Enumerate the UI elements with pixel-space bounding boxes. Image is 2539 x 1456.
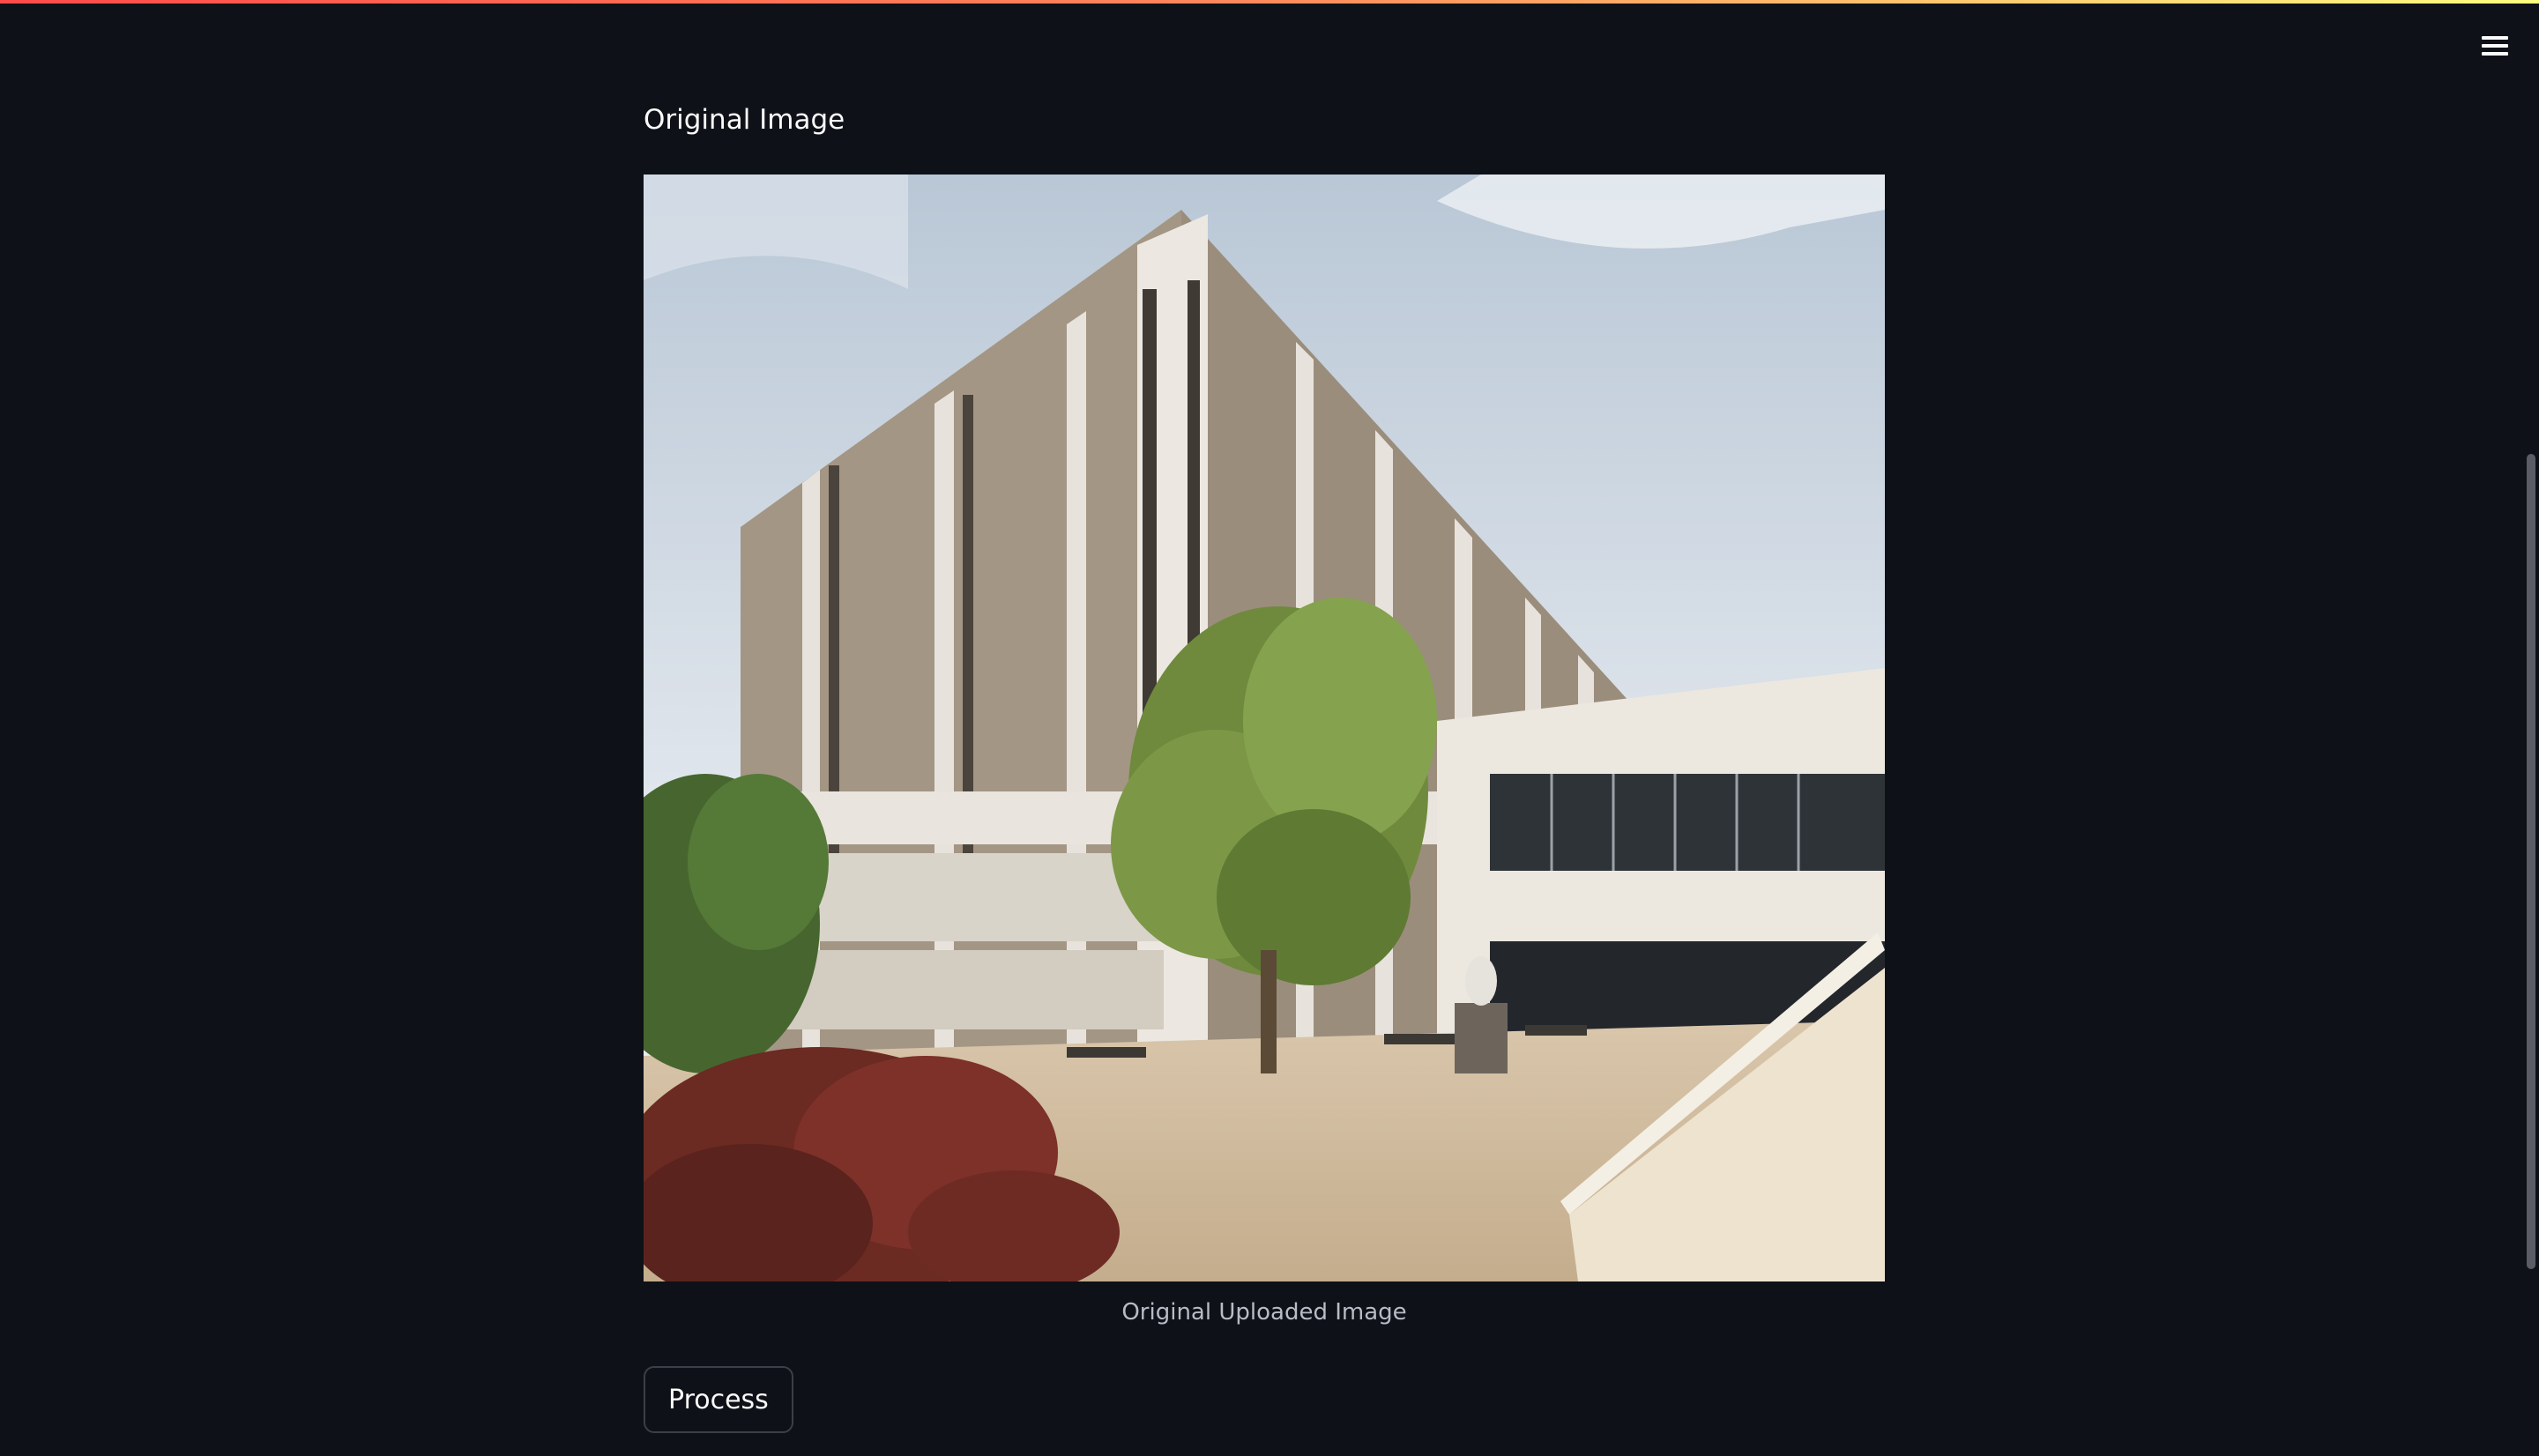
image-caption: Original Uploaded Image (1121, 1299, 1407, 1326)
process-button[interactable]: Process (644, 1366, 793, 1433)
section-title: Original Image (644, 104, 845, 136)
building-photo (644, 175, 1885, 1281)
top-decoration-bar (0, 0, 2539, 4)
menu-line (2482, 52, 2508, 56)
menu-line (2482, 36, 2508, 40)
menu-line (2482, 44, 2508, 48)
scrollbar-thumb[interactable] (2527, 454, 2535, 1269)
uploaded-image (644, 175, 1885, 1281)
hamburger-menu-icon[interactable] (2476, 28, 2514, 63)
